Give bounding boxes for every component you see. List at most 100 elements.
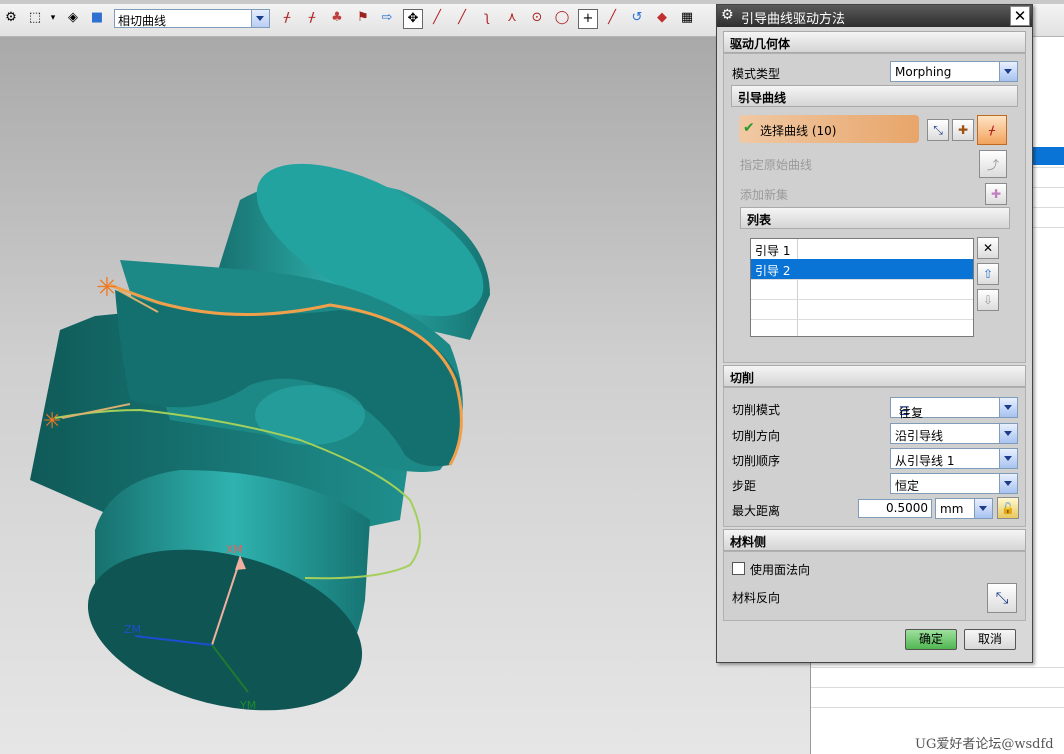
cut-mode-text: 往复 (899, 406, 924, 420)
drive-geometry-header[interactable]: 驱动几何体 ︿ (723, 31, 1026, 53)
arrow-right-icon[interactable]: ⇨ (378, 9, 396, 27)
list-item-label: 引导 2 (755, 264, 791, 278)
unit-value: mm (940, 502, 964, 516)
cut-mode-label: 切削模式 (732, 403, 781, 417)
reverse-material-label: 材料反向 (732, 591, 781, 605)
curve-rule-combo[interactable]: 相切曲线 (114, 9, 270, 28)
guide-curve-drive-dialog: ⚙ 引导曲线驱动方法 ✕ 驱动几何体 ︿ 模式类型 Morphing 引导曲线 … (716, 4, 1033, 663)
ok-button[interactable]: 确定 (905, 629, 957, 650)
panel-row-divider (811, 707, 1064, 708)
circle-center-icon[interactable]: ⊙ (528, 9, 546, 27)
lock-icon[interactable]: 🔓 (997, 497, 1019, 519)
collapse-icon[interactable]: ︿ (738, 88, 1011, 105)
dialog-title-bar[interactable]: ⚙ 引导曲线驱动方法 ✕ (717, 5, 1032, 27)
guide1-start-marker: ✳ (96, 273, 118, 303)
unit-select[interactable]: mm (935, 498, 993, 519)
snap-control-icon[interactable]: ♣ (328, 9, 346, 27)
rotate-icon[interactable]: ↺ (628, 9, 646, 27)
collapse-icon[interactable]: ︿ (747, 210, 1003, 227)
cutting-header[interactable]: 切削 ︿ (723, 365, 1026, 387)
snap-endpoint-icon[interactable]: ᚋ (278, 9, 296, 27)
snap-midpoint-icon[interactable]: ᚋ (303, 9, 321, 27)
line2-icon[interactable]: ╱ (453, 9, 471, 27)
dropdown-icon[interactable]: ▾ (44, 9, 62, 27)
max-distance-input[interactable]: 0.5000 (858, 499, 932, 518)
chevron-down-icon[interactable] (999, 62, 1017, 81)
gear-icon[interactable]: ⚙ (721, 7, 734, 23)
watermark: UG爱好者论坛@wsdfd (915, 737, 1054, 752)
select-curve-label: 选择曲线 (10) (760, 124, 837, 138)
chevron-down-icon[interactable] (999, 449, 1017, 468)
close-icon[interactable]: ✕ (1010, 6, 1030, 26)
curve-select-icon[interactable]: ᚋ (977, 115, 1007, 145)
add-new-set-label: 添加新集 (740, 188, 789, 202)
panel-row-divider (811, 687, 1064, 688)
stepover-select[interactable]: 恒定 (890, 473, 1018, 494)
list-item (751, 279, 973, 300)
use-face-normal-label: 使用面法向 (750, 563, 811, 577)
cut-order-label: 切削顺序 (732, 454, 781, 468)
chevron-down-icon[interactable] (999, 474, 1017, 493)
axis-z-label: ZM (124, 623, 141, 636)
mode-type-select[interactable]: Morphing (890, 61, 1018, 82)
snap-intersection-icon[interactable]: ⚑ (354, 9, 372, 27)
cut-order-select[interactable]: 从引导线 1 (890, 448, 1018, 469)
reverse-material-icon[interactable]: ⤡ (987, 583, 1017, 613)
move-down-icon[interactable]: ⇩ (977, 289, 999, 311)
cut-direction-value: 沿引导线 (895, 429, 944, 443)
axis-x-label: XM (226, 543, 243, 556)
original-curve-icon[interactable]: ⤴ (979, 150, 1007, 178)
point-snap-icon[interactable]: ✥ (403, 9, 423, 29)
list-item[interactable]: 引导 1 (751, 239, 973, 260)
list-header[interactable]: 列表 ︿ (740, 207, 1010, 229)
cutting-body: 切削模式 ☰ 往复 切削方向 沿引导线 切削顺序 从引导线 1 步距 恒定 最大… (723, 387, 1026, 527)
material-side-body: 使用面法向 材料反向 ⤡ (723, 551, 1026, 621)
add-set-icon[interactable]: ✚ (985, 183, 1007, 205)
chevron-down-icon[interactable] (999, 398, 1017, 417)
arc-icon[interactable]: ⋏ (503, 9, 521, 27)
list-item-label: 引导 1 (755, 244, 791, 258)
checkmark-icon: ✔ (743, 120, 755, 136)
chevron-down-icon[interactable] (251, 10, 269, 27)
guide-curves-header[interactable]: 引导曲线 ︿ (731, 85, 1018, 107)
collapse-icon[interactable]: ︿ (730, 34, 1019, 51)
mode-type-value: Morphing (895, 65, 952, 79)
use-face-normal-checkbox[interactable] (732, 562, 745, 575)
select-curve-row[interactable]: ✔ 选择曲线 (10) (739, 115, 919, 143)
graphics-viewport[interactable]: ✳ ✳ XM ZM YM (0, 37, 810, 754)
add-point-icon[interactable]: ✚ (952, 119, 974, 141)
curve-icon[interactable]: ʅ (478, 9, 496, 27)
line-icon[interactable]: ╱ (428, 9, 446, 27)
cut-direction-select[interactable]: 沿引导线 (890, 423, 1018, 444)
render-icon[interactable]: ◆ (653, 9, 671, 27)
part-model: ✳ ✳ XM ZM YM (30, 163, 490, 712)
circle-icon[interactable]: ◯ (553, 9, 571, 27)
plus-icon[interactable]: + (578, 9, 598, 29)
diagonal-icon[interactable]: ╱ (603, 9, 621, 27)
curve-rule-value: 相切曲线 (118, 14, 167, 28)
list-item (751, 299, 973, 320)
collapse-icon[interactable]: ︿ (730, 532, 1019, 549)
cancel-button[interactable]: 取消 (964, 629, 1016, 650)
selection-filter-icon[interactable]: ⚙ (2, 9, 20, 27)
cut-direction-label: 切削方向 (732, 429, 781, 443)
dialog-title: 引导曲线驱动方法 (741, 12, 846, 27)
chevron-down-icon[interactable] (974, 499, 992, 518)
cube-icon[interactable]: ■ (88, 9, 106, 27)
box-select-icon[interactable]: ⬚ (26, 9, 44, 27)
cut-mode-select[interactable]: ☰ 往复 (890, 397, 1018, 420)
list-item[interactable]: 引导 2 (751, 259, 973, 280)
grid-icon[interactable]: ▦ (678, 9, 696, 27)
solid-view-icon[interactable]: ◈ (64, 9, 82, 27)
move-up-icon[interactable]: ⇧ (977, 263, 999, 285)
collapse-icon[interactable]: ︿ (730, 368, 1019, 385)
stepover-value: 恒定 (895, 479, 920, 493)
axis-y-label: YM (239, 699, 256, 712)
saddle-highlight (255, 385, 365, 445)
chevron-down-icon[interactable] (999, 424, 1017, 443)
delete-icon[interactable]: ✕ (977, 237, 999, 259)
guide-list[interactable]: 引导 1 引导 2 (750, 238, 974, 337)
reverse-direction-icon[interactable]: ⤡ (927, 119, 949, 141)
material-side-header[interactable]: 材料侧 ︿ (723, 529, 1026, 551)
guide2-start-marker: ✳ (43, 409, 61, 434)
